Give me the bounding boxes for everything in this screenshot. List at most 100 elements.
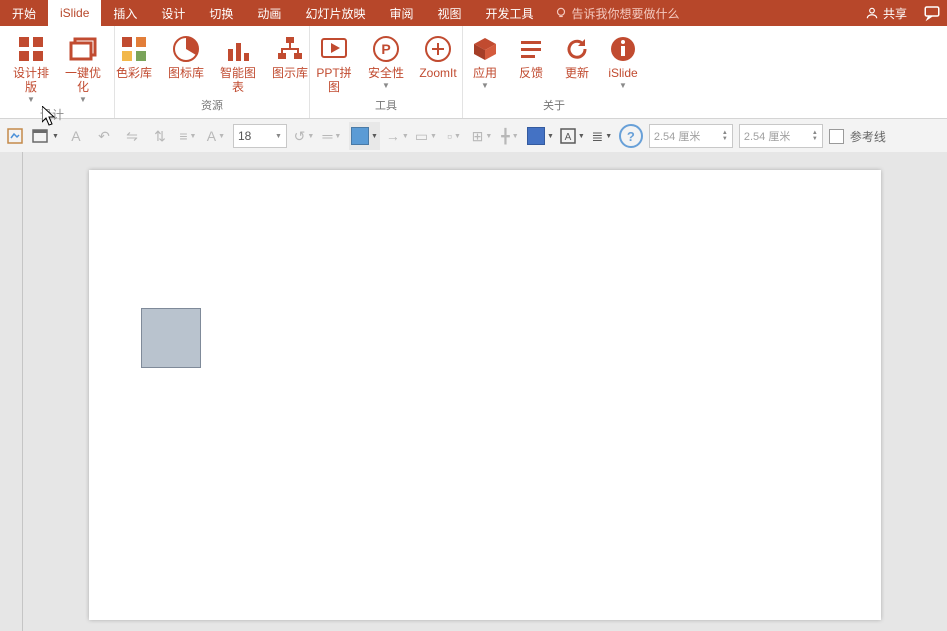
btn-optimize[interactable]: 一键优化 ▼ bbox=[62, 32, 104, 104]
spin-down-icon[interactable]: ▼ bbox=[722, 136, 728, 142]
textbox-icon: A bbox=[560, 128, 576, 144]
tab-design[interactable]: 设计 bbox=[149, 0, 197, 26]
qbtn-rotate-left[interactable]: ↶ bbox=[93, 124, 115, 148]
qbtn-increase-font[interactable]: A bbox=[65, 124, 87, 148]
qbtn-font-color[interactable]: A▼ bbox=[205, 124, 227, 148]
tab-start[interactable]: 开始 bbox=[0, 0, 48, 26]
height-input[interactable]: 2.54 厘米 ▲▼ bbox=[649, 124, 733, 148]
thumbnail-rail[interactable] bbox=[0, 152, 23, 631]
grid-icon bbox=[17, 35, 45, 63]
guides-checkbox[interactable] bbox=[829, 129, 844, 144]
qbtn-line-dash[interactable]: ═▼ bbox=[321, 124, 343, 148]
info-circle-icon bbox=[610, 36, 636, 62]
pie-icon bbox=[172, 35, 200, 63]
chevron-down-icon: ▼ bbox=[27, 96, 35, 104]
orgchart-icon bbox=[276, 35, 304, 63]
group-tool-label: 工具 bbox=[375, 97, 397, 113]
height-value: 2.54 厘米 bbox=[654, 128, 700, 144]
chevron-down-icon: ▼ bbox=[481, 82, 489, 90]
tab-slideshow[interactable]: 幻灯片放映 bbox=[293, 0, 377, 26]
ribbon: 设计排版 ▼ 一键优化 ▼ 色彩库 图标库 智能图表 bbox=[0, 26, 947, 119]
btn-security[interactable]: P 安全性 ▼ bbox=[365, 32, 407, 90]
qbtn-align-left[interactable]: ≡▼ bbox=[177, 124, 199, 148]
btn-smartchart[interactable]: 智能图表 bbox=[217, 32, 259, 94]
btn-diagramlib[interactable]: 图示库 bbox=[269, 32, 311, 80]
qbtn-flip-h[interactable]: ⇋ bbox=[121, 124, 143, 148]
btn-app-label: 应用 bbox=[473, 66, 497, 80]
tab-review[interactable]: 审阅 bbox=[377, 0, 425, 26]
fontsize-input[interactable]: 18 ▼ bbox=[233, 124, 287, 148]
refresh-icon bbox=[564, 36, 590, 62]
btn-update[interactable]: 更新 bbox=[559, 32, 595, 80]
tab-view[interactable]: 视图 bbox=[425, 0, 473, 26]
tab-devtools[interactable]: 开发工具 bbox=[473, 0, 545, 26]
qbtn-line-spacing[interactable]: ≣▼ bbox=[591, 124, 613, 148]
share-button[interactable]: 共享 bbox=[865, 5, 907, 22]
width-input[interactable]: 2.54 厘米 ▲▼ bbox=[739, 124, 823, 148]
qbtn-shape-outline[interactable]: ▼ bbox=[527, 124, 554, 148]
btn-design-layout[interactable]: 设计排版 ▼ bbox=[10, 32, 52, 104]
spin-down-icon[interactable]: ▼ bbox=[812, 136, 818, 142]
btn-feedback-label: 反馈 bbox=[519, 66, 543, 80]
list-icon bbox=[518, 36, 544, 62]
titlebar: 开始 iSlide 插入 设计 切换 动画 幻灯片放映 审阅 视图 开发工具 告… bbox=[0, 0, 947, 26]
qbtn-help[interactable]: ? bbox=[619, 124, 643, 148]
group-design-label: 设计 bbox=[40, 106, 64, 123]
tab-insert[interactable]: 插入 bbox=[101, 0, 149, 26]
group-resource-label: 资源 bbox=[201, 97, 223, 113]
group-design: 设计排版 ▼ 一键优化 ▼ bbox=[0, 26, 115, 118]
chevron-down-icon: ▼ bbox=[619, 82, 627, 90]
btn-pptpuzzle[interactable]: PPT拼图 bbox=[313, 32, 355, 94]
canvas-wrap bbox=[23, 152, 947, 631]
btn-islide[interactable]: iSlide ▼ bbox=[605, 32, 641, 90]
btn-security-label: 安全性 bbox=[368, 66, 404, 80]
cube-icon bbox=[472, 36, 498, 62]
qbtn-layout[interactable]: ▼ bbox=[32, 124, 59, 148]
qbtn-textbox[interactable]: A▼ bbox=[560, 124, 585, 148]
qbtn-flip-v[interactable]: ⇅ bbox=[149, 124, 171, 148]
svg-text:A: A bbox=[565, 132, 572, 143]
slide-area bbox=[0, 152, 947, 631]
p-circle-icon: P bbox=[372, 35, 400, 63]
qbtn-select-pane[interactable] bbox=[4, 124, 26, 148]
qbtn-send-back[interactable]: ▫▼ bbox=[443, 124, 465, 148]
group-about-label: 关于 bbox=[543, 97, 565, 113]
qbtn-group[interactable]: ⊞▼ bbox=[471, 124, 493, 148]
chevron-down-icon: ▼ bbox=[275, 133, 282, 140]
palette-icon bbox=[120, 35, 148, 63]
tab-transition[interactable]: 切换 bbox=[197, 0, 245, 26]
qbtn-shape-fill[interactable]: ▼ bbox=[349, 122, 380, 150]
outline-color-chip bbox=[527, 127, 545, 145]
btn-zoomit-label: ZoomIt bbox=[419, 66, 456, 80]
share-label: 共享 bbox=[883, 5, 907, 22]
qbtn-undo-shape[interactable]: ↺▼ bbox=[293, 124, 315, 148]
fill-color-chip bbox=[351, 127, 369, 145]
slides-icon bbox=[69, 35, 97, 63]
slide-canvas[interactable] bbox=[89, 170, 881, 620]
btn-design-layout-label: 设计排版 bbox=[10, 66, 52, 94]
rectangle-shape[interactable] bbox=[141, 308, 201, 368]
btn-colorlib-label: 色彩库 bbox=[116, 66, 152, 80]
btn-zoomit[interactable]: ZoomIt bbox=[417, 32, 459, 80]
btn-app[interactable]: 应用 ▼ bbox=[467, 32, 503, 90]
titlebar-right: 共享 bbox=[865, 4, 941, 22]
btn-update-label: 更新 bbox=[565, 66, 589, 80]
qbtn-bring-front[interactable]: ▭▼ bbox=[415, 124, 437, 148]
qbtn-line-arrow[interactable]: →▼ bbox=[386, 124, 409, 148]
tell-me-search[interactable]: 告诉我你想要做什么 bbox=[554, 5, 680, 22]
qbtn-align[interactable]: ╋▼ bbox=[499, 124, 521, 148]
comment-icon[interactable] bbox=[923, 4, 941, 22]
btn-iconlib[interactable]: 图标库 bbox=[165, 32, 207, 80]
btn-diagramlib-label: 图示库 bbox=[272, 66, 308, 80]
svg-text:P: P bbox=[381, 41, 390, 57]
btn-colorlib[interactable]: 色彩库 bbox=[113, 32, 155, 80]
zoom-icon bbox=[424, 35, 452, 63]
tell-me-label: 告诉我你想要做什么 bbox=[572, 5, 680, 22]
tab-animation[interactable]: 动画 bbox=[245, 0, 293, 26]
btn-pptpuzzle-label: PPT拼图 bbox=[313, 66, 355, 94]
tab-islide[interactable]: iSlide bbox=[48, 0, 101, 26]
help-icon: ? bbox=[619, 124, 643, 148]
width-value: 2.54 厘米 bbox=[744, 128, 790, 144]
btn-feedback[interactable]: 反馈 bbox=[513, 32, 549, 80]
btn-iconlib-label: 图标库 bbox=[168, 66, 204, 80]
